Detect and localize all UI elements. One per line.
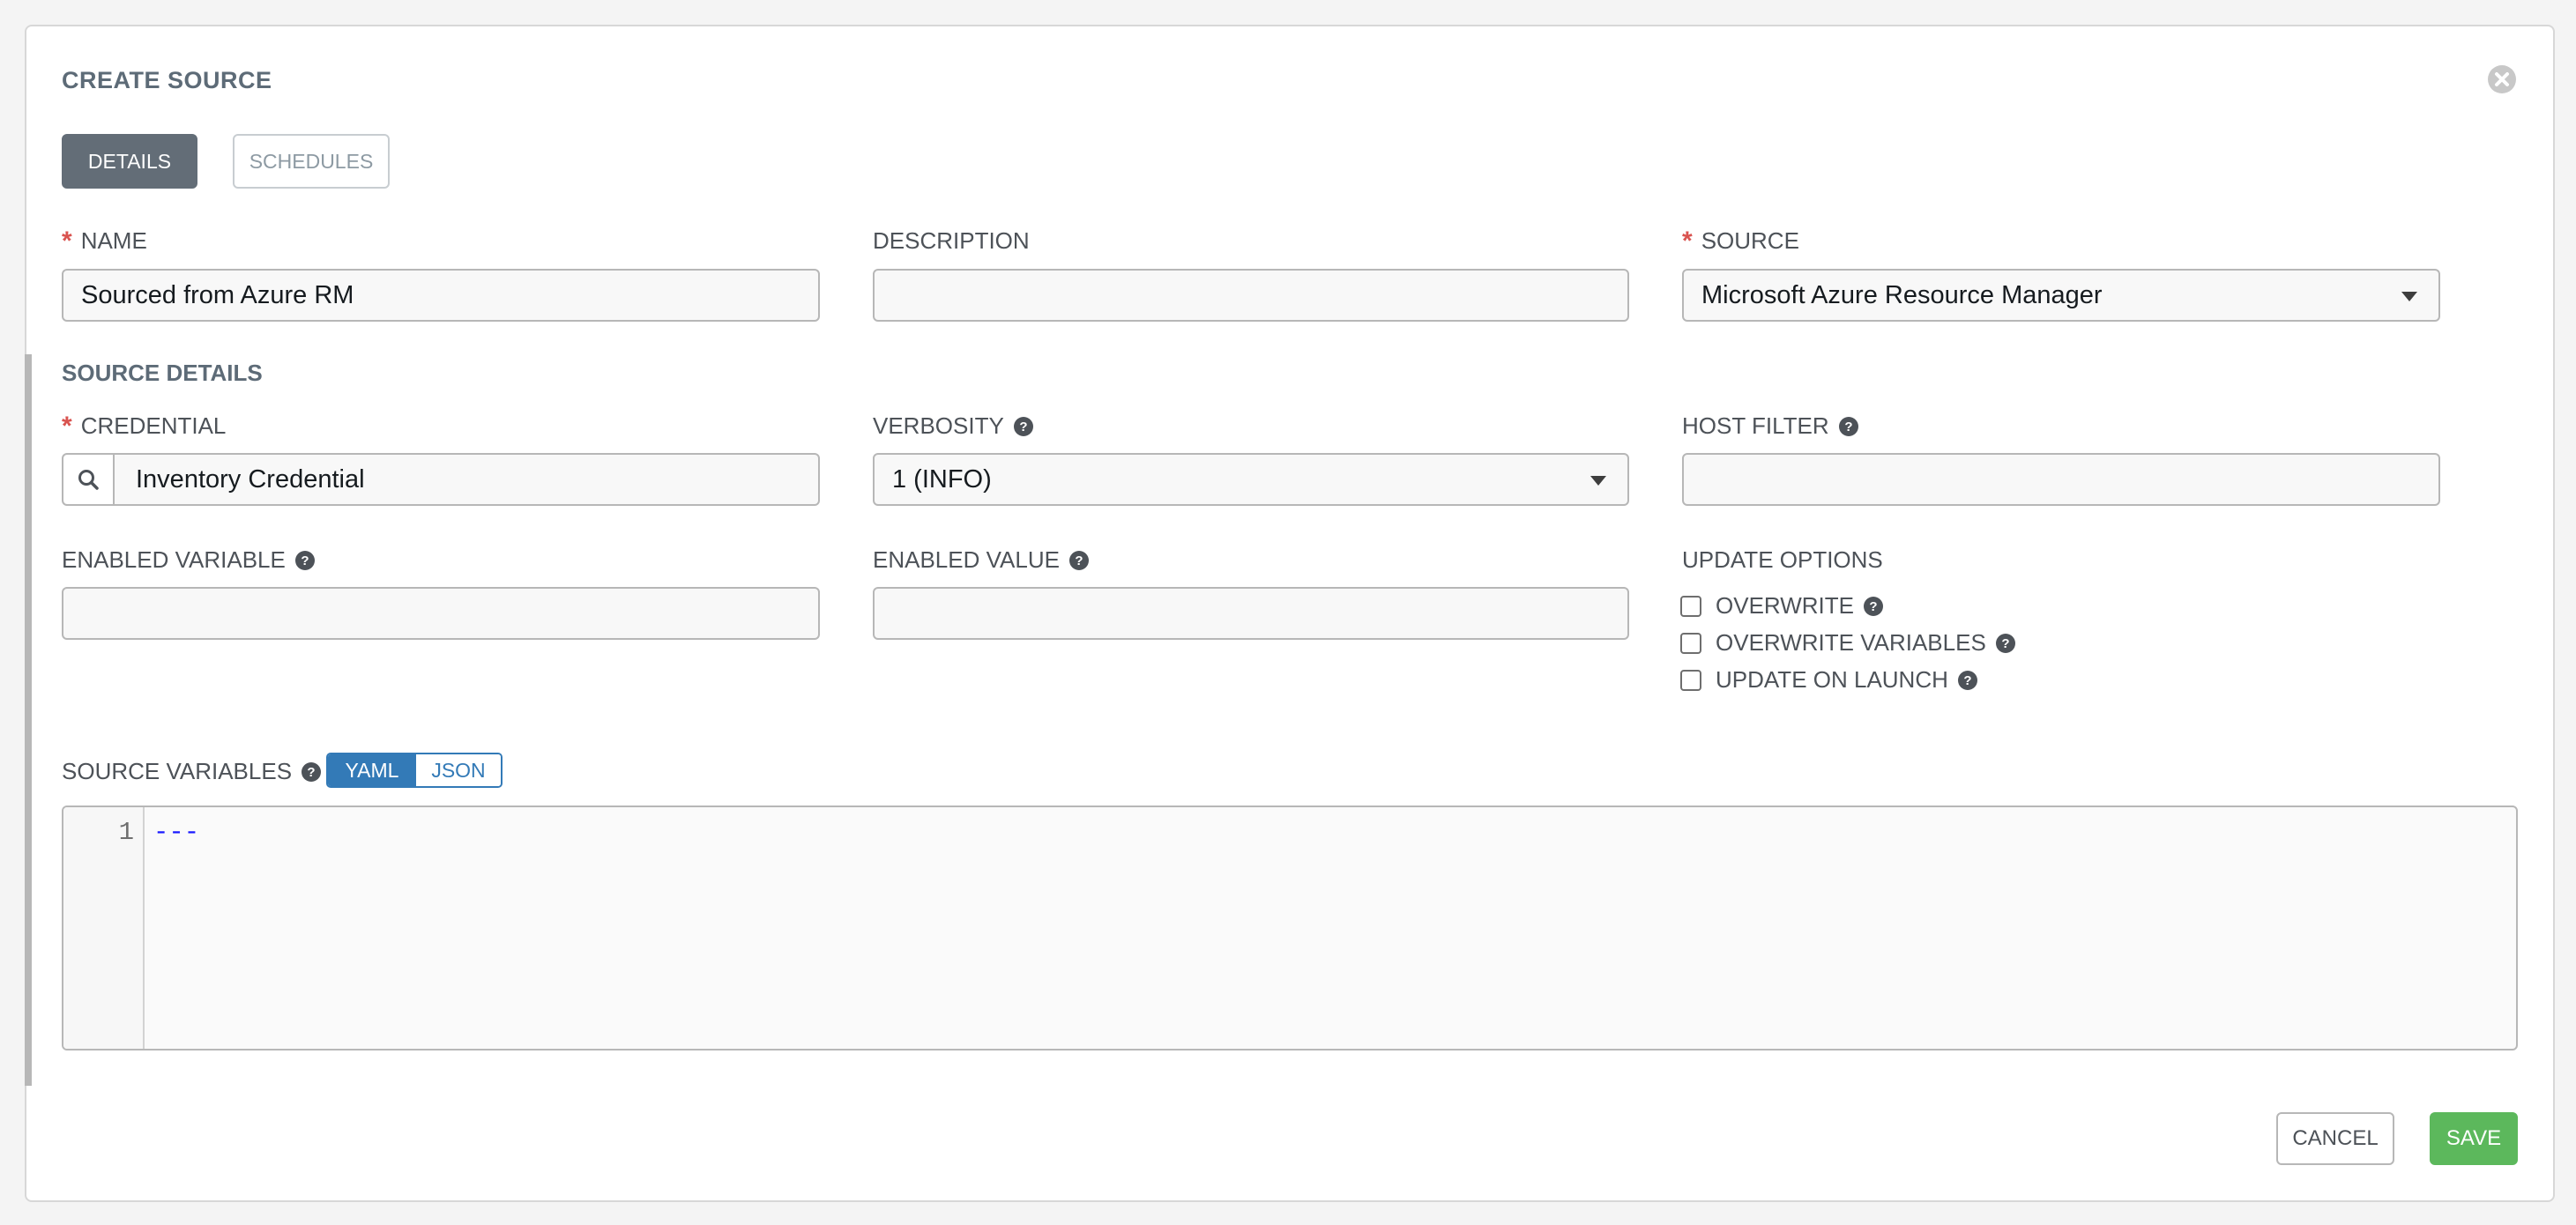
editor-gutter: 1 [63, 807, 145, 1049]
help-icon[interactable]: ? [1068, 550, 1090, 571]
verbosity-label-text: VERBOSITY [873, 412, 1004, 439]
host-filter-label-text: HOST FILTER [1682, 412, 1829, 439]
source-label: * SOURCE [1682, 227, 1799, 255]
svg-text:?: ? [1963, 673, 1971, 688]
save-button[interactable]: SAVE [2430, 1112, 2518, 1165]
svg-text:?: ? [1019, 419, 1027, 434]
enabled-variable-label-text: ENABLED VARIABLE [62, 546, 286, 573]
host-filter-field[interactable] [1682, 453, 2440, 506]
update-on-launch-checkbox[interactable] [1680, 669, 1701, 691]
help-icon[interactable]: ? [1863, 596, 1884, 617]
verbosity-label: VERBOSITY ? [873, 412, 1034, 440]
help-icon[interactable]: ? [294, 550, 316, 571]
svg-text:?: ? [301, 553, 309, 568]
code-line: --- [153, 818, 200, 847]
enabled-value-label: ENABLED VALUE ? [873, 546, 1090, 574]
source-details-accent-bar [25, 354, 32, 1086]
overwrite-option[interactable]: OVERWRITE ? [1680, 592, 1884, 620]
description-field[interactable] [873, 269, 1629, 322]
json-mode-button[interactable]: JSON [416, 754, 501, 786]
host-filter-label: HOST FILTER ? [1682, 412, 1859, 440]
caret-down-icon [1590, 476, 1606, 486]
syntax-mode-toggle: YAML JSON [326, 753, 503, 788]
source-select-value: Microsoft Azure Resource Manager [1701, 280, 2103, 309]
credential-label-text: CREDENTIAL [80, 412, 227, 439]
tab-details[interactable]: DETAILS [62, 134, 197, 189]
credential-lookup[interactable]: Inventory Credential [62, 453, 820, 506]
help-icon[interactable]: ? [1013, 416, 1034, 437]
source-select[interactable]: Microsoft Azure Resource Manager [1682, 269, 2440, 322]
svg-text:?: ? [1844, 419, 1852, 434]
credential-search-button[interactable] [63, 455, 115, 504]
update-options-label: UPDATE OPTIONS [1682, 546, 1883, 574]
help-icon[interactable]: ? [1838, 416, 1859, 437]
overwrite-variables-checkbox[interactable] [1680, 632, 1701, 654]
overwrite-variables-label: OVERWRITE VARIABLES [1716, 629, 1986, 656]
enabled-variable-field[interactable] [62, 587, 820, 640]
update-on-launch-label: UPDATE ON LAUNCH [1716, 666, 1948, 693]
help-icon[interactable]: ? [1957, 670, 1978, 691]
update-options-label-text: UPDATE OPTIONS [1682, 546, 1883, 573]
page-title: CREATE SOURCE [62, 67, 272, 93]
cancel-button[interactable]: CANCEL [2276, 1112, 2394, 1165]
source-variables-label: SOURCE VARIABLES ? [62, 758, 322, 785]
line-number: 1 [118, 818, 134, 847]
source-label-text: SOURCE [1701, 227, 1799, 254]
name-label: * NAME [62, 227, 147, 255]
verbosity-select-value: 1 (INFO) [892, 464, 992, 494]
yaml-mode-button[interactable]: YAML [328, 754, 416, 786]
help-icon[interactable]: ? [301, 761, 322, 783]
enabled-value-label-text: ENABLED VALUE [873, 546, 1060, 573]
required-marker: * [62, 226, 72, 256]
close-icon[interactable] [2486, 63, 2518, 95]
name-label-text: NAME [80, 227, 147, 254]
svg-text:?: ? [307, 765, 315, 780]
credential-value: Inventory Credential [136, 464, 365, 494]
description-label: DESCRIPTION [873, 227, 1030, 255]
required-marker: * [1682, 226, 1693, 256]
source-variables-editor[interactable]: 1 --- [62, 806, 2518, 1051]
caret-down-icon [2401, 292, 2417, 301]
overwrite-variables-option[interactable]: OVERWRITE VARIABLES ? [1680, 629, 2016, 657]
source-details-heading: SOURCE DETAILS [62, 360, 263, 386]
credential-label: * CREDENTIAL [62, 412, 226, 440]
search-icon [78, 470, 99, 490]
svg-text:?: ? [2001, 636, 2009, 651]
overwrite-label: OVERWRITE [1716, 592, 1854, 619]
enabled-variable-label: ENABLED VARIABLE ? [62, 546, 316, 574]
update-on-launch-option[interactable]: UPDATE ON LAUNCH ? [1680, 666, 1978, 694]
overwrite-checkbox[interactable] [1680, 595, 1701, 617]
enabled-value-field[interactable] [873, 587, 1629, 640]
source-variables-label-text: SOURCE VARIABLES [62, 758, 293, 784]
svg-text:?: ? [1075, 553, 1083, 568]
svg-text:?: ? [1869, 599, 1877, 614]
verbosity-select[interactable]: 1 (INFO) [873, 453, 1629, 506]
help-icon[interactable]: ? [1995, 633, 2016, 654]
description-label-text: DESCRIPTION [873, 227, 1030, 254]
required-marker: * [62, 411, 72, 441]
name-field[interactable]: Sourced from Azure RM [62, 269, 820, 322]
tab-schedules[interactable]: SCHEDULES [233, 134, 390, 189]
